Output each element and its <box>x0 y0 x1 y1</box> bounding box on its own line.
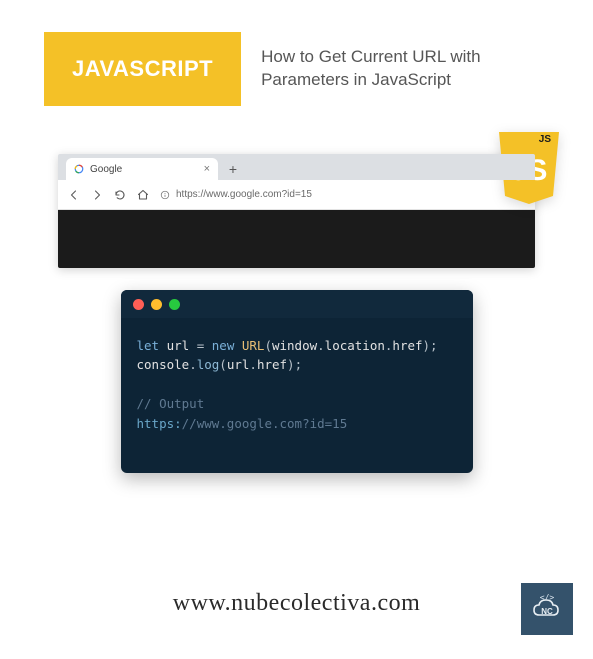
window-close-dot-icon <box>133 299 144 310</box>
nc-logo-badge: </> NC <box>521 583 573 635</box>
code-dot: . <box>249 357 257 372</box>
info-icon <box>160 190 170 200</box>
code-variable: url <box>167 338 190 353</box>
code-obj-window: window <box>272 338 317 353</box>
tab-title: Google <box>90 164 122 175</box>
browser-tab[interactable]: Google × <box>66 158 218 180</box>
article-title: How to Get Current URL with Parameters i… <box>261 46 511 92</box>
code-classname: URL <box>242 338 265 353</box>
browser-tab-strip: Google × + <box>58 154 535 180</box>
tab-close-icon[interactable]: × <box>204 164 210 175</box>
code-obj-console: console <box>137 357 190 372</box>
code-window-header <box>121 290 473 318</box>
window-minimize-dot-icon <box>151 299 162 310</box>
browser-page-content <box>58 210 535 268</box>
address-bar[interactable]: https://www.google.com?id=15 <box>160 189 525 200</box>
code-obj-location: location <box>325 338 385 353</box>
home-icon[interactable] <box>137 189 149 201</box>
code-method-log: log <box>197 357 220 372</box>
code-variable: url <box>227 357 250 372</box>
browser-toolbar: https://www.google.com?id=15 <box>58 180 535 210</box>
code-paren: ( <box>264 338 272 353</box>
code-window: let url = new URL(window.location.href);… <box>121 290 473 473</box>
code-dot: . <box>189 357 197 372</box>
new-tab-button[interactable]: + <box>222 158 244 180</box>
code-output-protocol: https: <box>137 416 182 431</box>
code-keyword-let: let <box>137 338 160 353</box>
back-icon[interactable] <box>68 189 80 201</box>
header: JAVASCRIPT How to Get Current URL with P… <box>0 0 593 106</box>
nc-cloud-icon: </> NC <box>527 589 567 629</box>
window-maximize-dot-icon <box>169 299 180 310</box>
code-prop-href: href <box>392 338 422 353</box>
forward-icon[interactable] <box>91 189 103 201</box>
javascript-badge: JAVASCRIPT <box>44 32 241 106</box>
code-output-url: //www.google.com?id=15 <box>182 416 348 431</box>
js-logo-top-text: JS <box>539 134 552 145</box>
code-prop-href: href <box>257 357 287 372</box>
code-close: ); <box>423 338 438 353</box>
url-text: https://www.google.com?id=15 <box>176 189 312 200</box>
code-close: ); <box>287 357 302 372</box>
code-comment: // Output <box>137 396 205 411</box>
google-favicon-icon <box>74 164 84 174</box>
footer-url: www.nubecolectiva.com <box>0 590 593 617</box>
nc-badge-text: NC <box>541 607 553 616</box>
code-keyword-new: new <box>212 338 235 353</box>
code-dot: . <box>317 338 325 353</box>
browser-mockup: Google × + https://www.google.com?id=15 <box>58 154 535 268</box>
code-paren: ( <box>219 357 227 372</box>
code-content: let url = new URL(window.location.href);… <box>121 318 473 473</box>
code-eq: = <box>189 338 212 353</box>
reload-icon[interactable] <box>114 189 126 201</box>
